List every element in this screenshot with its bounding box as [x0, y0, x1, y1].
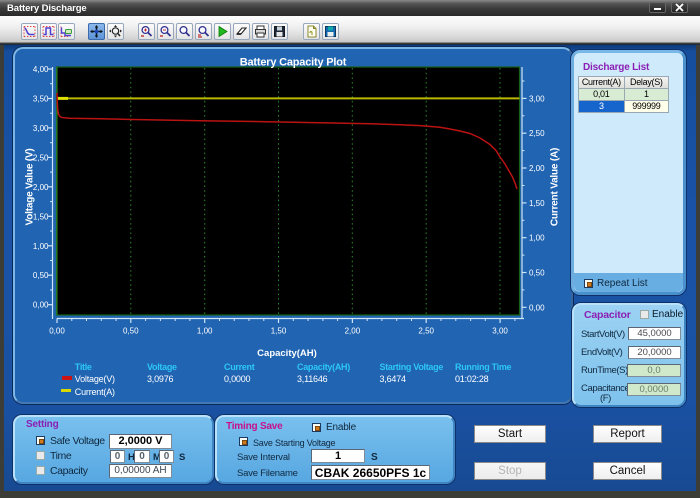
- svg-text:0,00: 0,00: [529, 303, 545, 312]
- svg-text:3,50: 3,50: [33, 95, 49, 104]
- svg-text:1,00: 1,00: [33, 242, 49, 251]
- svg-text:1,00: 1,00: [197, 327, 213, 336]
- svg-text:Current Value (A): Current Value (A): [550, 148, 561, 226]
- svg-text:0,50: 0,50: [123, 327, 139, 336]
- svg-text:4,00: 4,00: [33, 65, 49, 74]
- svg-text:3,00: 3,00: [33, 124, 49, 133]
- svg-text:0,50: 0,50: [529, 269, 545, 278]
- svg-text:Capacity(AH): Capacity(AH): [257, 348, 317, 359]
- svg-text:2,00: 2,00: [529, 164, 545, 173]
- svg-text:3,00: 3,00: [492, 327, 508, 336]
- svg-text:0,00: 0,00: [49, 327, 65, 336]
- svg-text:0,00: 0,00: [33, 301, 49, 310]
- svg-text:1,50: 1,50: [529, 199, 545, 208]
- svg-text:1,00: 1,00: [529, 234, 545, 243]
- svg-text:1,50: 1,50: [271, 327, 287, 336]
- svg-text:2,50: 2,50: [418, 327, 434, 336]
- svg-text:3,00: 3,00: [529, 94, 545, 103]
- svg-text:Battery Capacity Plot: Battery Capacity Plot: [240, 57, 347, 69]
- svg-text:Voltage Value (V): Voltage Value (V): [25, 149, 36, 226]
- svg-text:0,50: 0,50: [33, 271, 49, 280]
- svg-text:2,50: 2,50: [529, 129, 545, 138]
- svg-text:2,00: 2,00: [345, 327, 361, 336]
